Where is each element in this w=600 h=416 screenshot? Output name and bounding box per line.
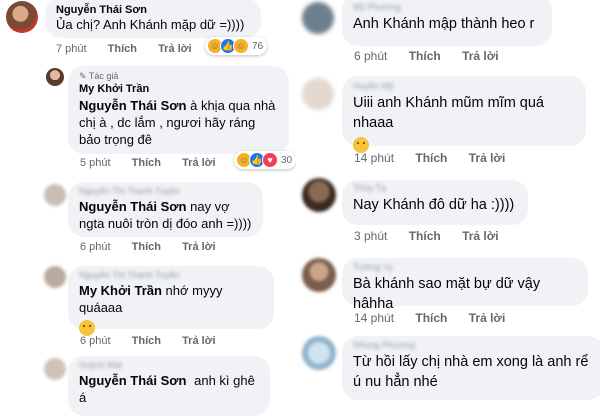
comment-text: Uiii anh Khánh mũm mĩm quá nhaaa — [353, 95, 544, 131]
mention-tag[interactable]: Nguyễn Thái Sơn — [79, 199, 186, 214]
blurred-commenter-name[interactable]: Nguyễn Thị Thanh Tuyền — [79, 186, 252, 196]
comment: Nguyễn Thái Sơn Ủa chị? Anh Khánh mặp dữ… — [0, 0, 296, 60]
blurred-commenter-name[interactable]: Huyền Mỹ — [353, 81, 575, 91]
avatar[interactable] — [44, 184, 66, 206]
timestamp[interactable]: 6 phút — [354, 49, 387, 63]
timestamp[interactable]: 7 phút — [56, 43, 87, 55]
comment-bubble: Thủy Tạ Nay Khánh đô dữ ha :)))) — [342, 180, 528, 225]
reply-link[interactable]: Trả lời — [182, 335, 216, 347]
comment-bubble: Mỹ Phương Anh Khánh mập thành heo r — [342, 0, 552, 46]
blurred-commenter-name[interactable]: Tường Vy — [353, 262, 577, 272]
comment-text: Nguyễn Thái Sơn nay vợ ngta nuôi tròn dị… — [79, 199, 252, 231]
comment-text: Nguyễn Thái Sơn à khịa qua nhà chị à , d… — [79, 98, 276, 147]
avatar[interactable] — [302, 178, 336, 212]
reply-link[interactable]: Trả lời — [469, 151, 506, 165]
like-link[interactable]: Thích — [409, 229, 441, 243]
avatar[interactable] — [44, 358, 66, 380]
mention-tag[interactable]: Nguyễn Thái Sơn — [79, 98, 186, 113]
reply-link[interactable]: Trả lời — [182, 157, 216, 169]
timestamp[interactable]: 3 phút — [354, 229, 387, 243]
comment-text: Bà khánh sao mặt bự dữ vậy hâhha — [353, 276, 541, 312]
avatar[interactable] — [44, 266, 66, 288]
mention-tag[interactable]: My Khởi Trần — [79, 283, 162, 298]
comment: Nhung Phương Từ hồi lấy chị nhà em xong … — [300, 332, 600, 400]
comment-bubble: Nguyễn Thị Thanh Tuyền My Khởi Trần nhớ … — [68, 266, 274, 336]
comment-meta: 7 phút Thích Trả lời — [56, 43, 210, 55]
comment-meta: 6 phút Thích Trả lời — [80, 241, 234, 253]
comment-text: Từ hồi lấy chị nhà em xong là anh rể ú n… — [353, 354, 589, 390]
like-link[interactable]: Thích — [409, 49, 441, 63]
right-comment-column: Mỹ Phương Anh Khánh mập thành heo r 6 ph… — [300, 0, 600, 400]
comment-bubble: Huyền Mỹ Uiii anh Khánh mũm mĩm quá nhaa… — [342, 76, 586, 153]
timestamp[interactable]: 14 phút — [354, 311, 394, 325]
like-link[interactable]: Thích — [108, 43, 137, 55]
comment-text: My Khởi Trần nhớ myyy quáaaa — [79, 283, 223, 315]
avatar[interactable] — [6, 1, 38, 33]
comment-bubble: Nguyễn Thái Sơn Ủa chị? Anh Khánh mặp dữ… — [45, 0, 261, 38]
blurred-commenter-name[interactable]: Mỹ Phương — [353, 2, 541, 12]
reaction-count: 30 — [281, 154, 293, 166]
comment: Huyền Mỹ Uiii anh Khánh mũm mĩm quá nhaa… — [300, 76, 600, 172]
comment-text: Nay Khánh đô dữ ha :)))) — [353, 197, 515, 213]
comment-text: Ủa chị? Anh Khánh mặp dữ =)))) — [56, 17, 245, 32]
comment-meta: 14 phút Thích Trả lời — [354, 151, 523, 165]
comment: Nguyễn Thị Thanh Tuyền Nguyễn Thái Sơn n… — [0, 180, 296, 260]
comment: Tường Vy Bà khánh sao mặt bự dữ vậy hâhh… — [300, 254, 600, 330]
comment-text: Nguyễn Thái Sơn anh kì ghê á — [79, 373, 255, 405]
comment-bubble: Huỳnh Mai Nguyễn Thái Sơn anh kì ghê á — [68, 356, 270, 416]
reply-link[interactable]: Trả lời — [469, 311, 506, 325]
author-badge: ✎ Tác giả — [79, 71, 119, 81]
avatar[interactable] — [46, 68, 64, 86]
like-link[interactable]: Thích — [132, 241, 161, 253]
timestamp[interactable]: 6 phút — [80, 241, 111, 253]
comment: Nguyễn Thị Thanh Tuyền My Khởi Trần nhớ … — [0, 262, 296, 352]
blurred-commenter-name[interactable]: Nhung Phương — [353, 340, 593, 350]
love-reaction-icon: ♥ — [262, 152, 278, 168]
like-link[interactable]: Thích — [415, 151, 447, 165]
like-link[interactable]: Thích — [132, 335, 161, 347]
comment-bubble: Nhung Phương Từ hồi lấy chị nhà em xong … — [342, 336, 600, 400]
comment-meta: 6 phút Thích Trả lời — [354, 49, 517, 63]
pen-icon: ✎ — [79, 71, 87, 81]
comment-meta: 14 phút Thích Trả lời — [354, 311, 523, 325]
avatar[interactable] — [302, 336, 336, 370]
avatar[interactable] — [302, 258, 336, 292]
comment-bubble: Tường Vy Bà khánh sao mặt bự dữ vậy hâhh… — [342, 258, 588, 312]
blurred-commenter-name[interactable]: Huỳnh Mai — [79, 360, 259, 370]
comment: Thủy Tạ Nay Khánh đô dữ ha :)))) 3 phút … — [300, 176, 600, 246]
comment: Mỹ Phương Anh Khánh mập thành heo r 6 ph… — [300, 0, 600, 70]
comment-meta: 6 phút Thích Trả lời — [80, 335, 234, 347]
left-comment-column: Nguyễn Thái Sơn Ủa chị? Anh Khánh mặp dữ… — [0, 0, 297, 416]
comment-bubble: Nguyễn Thị Thanh Tuyền Nguyễn Thái Sơn n… — [68, 182, 263, 237]
avatar[interactable] — [302, 78, 334, 110]
commenter-name[interactable]: Nguyễn Thái Sơn — [56, 4, 250, 16]
comment-meta: 3 phút Thích Trả lời — [354, 229, 517, 243]
reply-link[interactable]: Trả lời — [462, 49, 499, 63]
comment-meta: 5 phút Thích Trả lời — [80, 157, 234, 169]
timestamp[interactable]: 6 phút — [80, 335, 111, 347]
reply-link[interactable]: Trả lời — [462, 229, 499, 243]
reaction-count: 76 — [252, 40, 264, 52]
reply-link[interactable]: Trả lời — [182, 241, 216, 253]
comment: Huỳnh Mai Nguyễn Thái Sơn anh kì ghê á — [0, 352, 296, 416]
timestamp[interactable]: 14 phút — [354, 151, 394, 165]
blurred-commenter-name[interactable]: Nguyễn Thị Thanh Tuyền — [79, 270, 263, 280]
comment-text: Anh Khánh mập thành heo r — [353, 16, 535, 32]
avatar[interactable] — [302, 2, 334, 34]
comment: ✎ Tác giả My Khởi Trần Nguyễn Thái Sơn à… — [0, 66, 297, 176]
reaction-summary[interactable]: ☺ 👍 ♥ 30 — [234, 151, 297, 169]
comment-bubble: ✎ Tác giả My Khởi Trần Nguyễn Thái Sơn à… — [68, 66, 289, 154]
blurred-commenter-name[interactable]: Thủy Tạ — [353, 183, 517, 193]
like-link[interactable]: Thích — [132, 157, 161, 169]
reply-link[interactable]: Trả lời — [158, 43, 192, 55]
haha-reaction-icon: ☺ — [233, 38, 249, 54]
reaction-summary[interactable]: ☺ 👍 ☺ 76 — [205, 37, 268, 55]
sad-face-icon — [79, 319, 95, 336]
commenter-name[interactable]: My Khởi Trần — [79, 83, 278, 95]
mention-tag[interactable]: Nguyễn Thái Sơn — [79, 373, 186, 388]
timestamp[interactable]: 5 phút — [80, 157, 111, 169]
like-link[interactable]: Thích — [415, 311, 447, 325]
